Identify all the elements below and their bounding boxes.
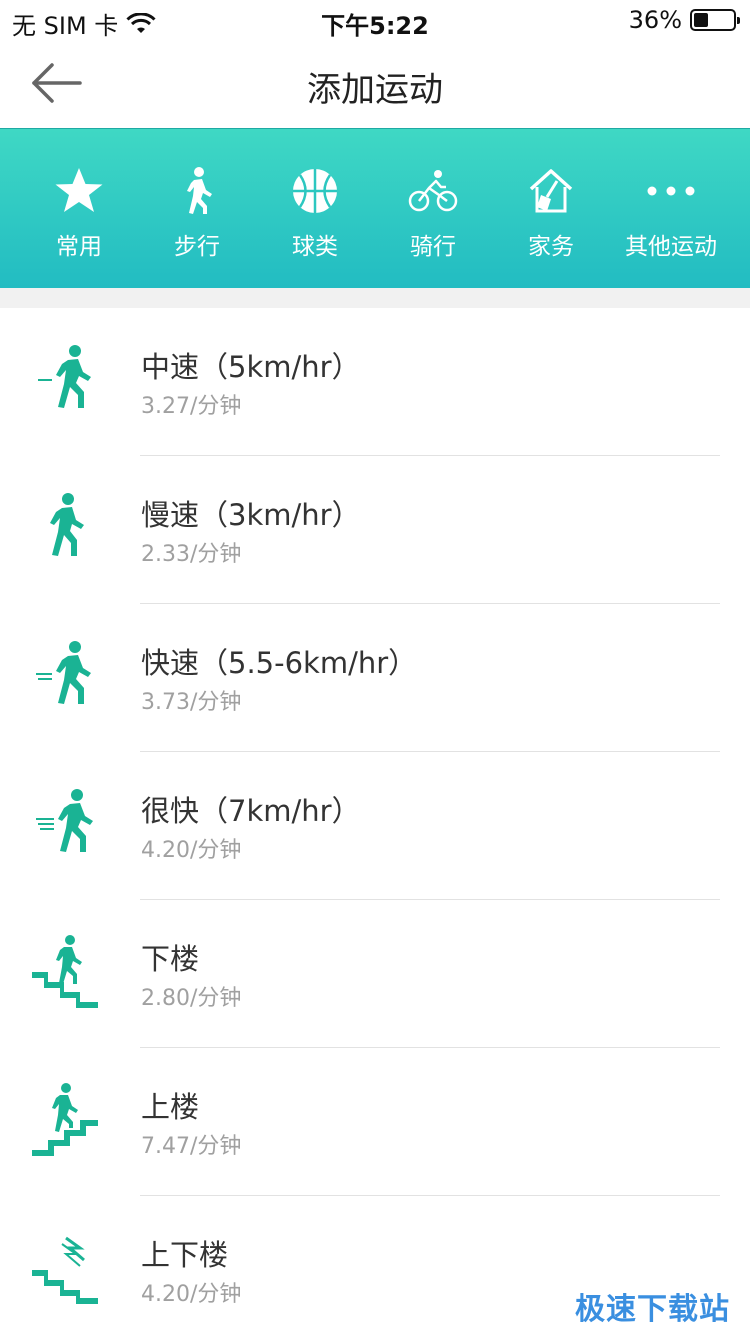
walking-slow-icon <box>50 493 84 556</box>
house-broom-icon <box>529 169 573 213</box>
list-item[interactable]: 很快（7km/hr） 4.20/分钟 <box>0 752 750 900</box>
exercise-rate: 2.33/分钟 <box>141 542 242 567</box>
stairs-up-down-icon <box>32 1236 98 1304</box>
exercise-rate: 3.73/分钟 <box>141 690 242 715</box>
category-other[interactable]: 其他运动 <box>612 129 730 289</box>
exercise-name: 上楼 <box>141 1090 200 1124</box>
category-common[interactable]: 常用 <box>20 129 138 289</box>
walking-icon <box>187 167 212 214</box>
list-item[interactable]: 上楼 7.47/分钟 <box>0 1048 750 1196</box>
battery-icon <box>690 9 740 31</box>
status-bar: 无 SIM 卡 下午5:22 36% <box>0 0 750 40</box>
list-item[interactable]: 快速（5.5-6km/hr） 3.73/分钟 <box>0 604 750 752</box>
category-ball[interactable]: 球类 <box>256 129 374 289</box>
exercise-rate: 3.27/分钟 <box>141 394 242 419</box>
basketball-icon <box>293 169 337 213</box>
section-divider <box>0 288 750 308</box>
list-item[interactable]: 慢速（3km/hr） 2.33/分钟 <box>0 456 750 604</box>
exercise-rate: 7.47/分钟 <box>141 1134 242 1159</box>
walking-medium-icon <box>38 345 91 408</box>
exercise-rate: 2.80/分钟 <box>141 986 242 1011</box>
stairs-down-icon <box>32 935 98 1008</box>
exercise-name: 上下楼 <box>141 1238 229 1272</box>
category-label: 家务 <box>528 234 574 260</box>
exercise-name: 很快（7km/hr） <box>141 794 361 828</box>
status-right: 36% <box>628 6 740 34</box>
exercise-rate: 4.20/分钟 <box>141 838 242 863</box>
more-icon <box>647 186 695 196</box>
category-label: 其他运动 <box>625 234 717 260</box>
category-housework[interactable]: 家务 <box>492 129 610 289</box>
star-icon <box>55 168 103 212</box>
nav-bar: 添加运动 <box>0 40 750 128</box>
category-cycling[interactable]: 骑行 <box>374 129 492 289</box>
list-item[interactable]: 下楼 2.80/分钟 <box>0 900 750 1048</box>
battery-percent: 36% <box>628 6 682 34</box>
category-bar: 常用 步行 球类 骑行 家务 其他运动 <box>0 128 750 288</box>
exercise-rate: 4.20/分钟 <box>141 1282 242 1307</box>
walking-very-fast-icon <box>36 789 93 852</box>
list-item[interactable]: 中速（5km/hr） 3.27/分钟 <box>0 308 750 456</box>
watermark-text: 极速下载站 <box>575 1292 730 1327</box>
exercise-name: 快速（5.5-6km/hr） <box>141 646 418 680</box>
page-title: 添加运动 <box>307 70 443 110</box>
bicycle-icon <box>408 170 458 212</box>
stairs-up-icon <box>32 1083 98 1156</box>
exercise-name: 中速（5km/hr） <box>141 350 361 384</box>
category-walking[interactable]: 步行 <box>138 129 256 289</box>
battery-level <box>694 13 708 27</box>
walking-fast-icon <box>36 641 91 704</box>
exercise-name: 下楼 <box>141 942 200 976</box>
exercise-name: 慢速（3km/hr） <box>141 498 361 532</box>
